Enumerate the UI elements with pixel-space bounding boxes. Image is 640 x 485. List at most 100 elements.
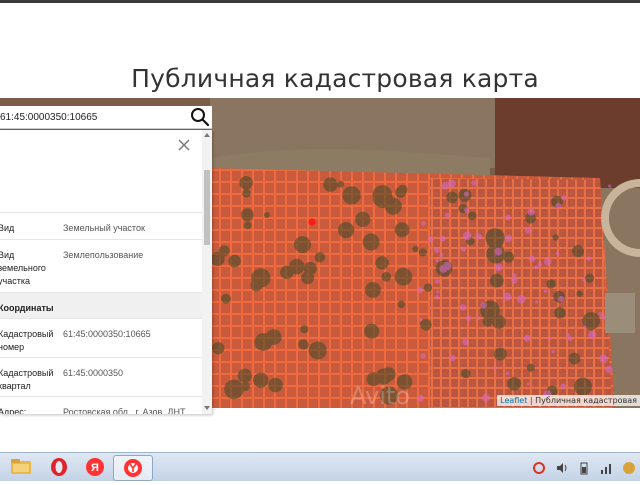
pink-building: [435, 258, 439, 263]
info-label: Кадастровый квартал: [0, 368, 54, 391]
info-value: Земельный участок: [63, 223, 145, 233]
scroll-up-arrow-icon[interactable]: [204, 133, 210, 137]
tree-cluster: [526, 363, 535, 372]
pink-building: [462, 338, 470, 346]
pink-building: [439, 235, 446, 242]
pink-building: [433, 247, 440, 253]
pink-building: [493, 366, 498, 370]
taskbar-app-yandex-browser[interactable]: [113, 455, 153, 481]
pink-building: [608, 184, 612, 188]
pink-building: [560, 383, 567, 390]
tree-cluster: [263, 212, 270, 219]
tree-cluster: [554, 307, 566, 319]
tree-cluster: [375, 256, 389, 270]
taskbar-app-explorer[interactable]: [2, 455, 40, 479]
pink-building: [547, 337, 552, 341]
tree-cluster: [254, 332, 273, 351]
tree-cluster: [372, 185, 393, 205]
pink-building: [464, 207, 470, 213]
pink-building: [427, 236, 434, 243]
pink-building: [434, 278, 441, 285]
scroll-thumb[interactable]: [204, 170, 210, 245]
pink-building: [494, 247, 503, 256]
tree-cluster: [587, 322, 596, 331]
pink-building: [503, 292, 512, 301]
pink-building: [527, 208, 535, 216]
tree-cluster: [571, 245, 585, 258]
pink-building: [537, 262, 543, 267]
selected-parcel-marker: [308, 218, 316, 226]
pink-building: [480, 302, 487, 309]
tree-cluster: [493, 347, 507, 361]
leaflet-link[interactable]: Leaflet: [500, 396, 527, 405]
tree-cluster: [381, 271, 392, 282]
pink-building: [441, 182, 450, 190]
info-row-address: Адрес: Ростовская обл., г. Азов, ДНТ: [0, 396, 202, 414]
avito-watermark: Avito: [350, 382, 410, 408]
battery-icon[interactable]: [577, 461, 591, 475]
pink-building: [543, 257, 552, 266]
speaker-icon[interactable]: [555, 461, 569, 475]
pink-building: [534, 265, 538, 270]
antivirus-icon[interactable]: [532, 461, 546, 475]
scroll-down-arrow-icon[interactable]: [204, 406, 210, 410]
tree-cluster: [314, 252, 326, 263]
attribution-text: | Публичная кадастровая: [527, 396, 637, 405]
pink-building: [588, 330, 597, 340]
tree-cluster: [364, 323, 380, 339]
taskbar: Я: [0, 452, 640, 481]
info-label: Вид: [0, 223, 15, 233]
search-bar: [0, 106, 212, 129]
tree-cluster: [365, 282, 381, 298]
pink-building: [605, 365, 613, 374]
tree-cluster: [418, 248, 427, 257]
tree-cluster: [300, 325, 309, 334]
pink-building: [417, 287, 423, 294]
tree-cluster: [293, 236, 312, 254]
tree-cluster: [212, 342, 225, 355]
pink-building: [481, 394, 490, 402]
language-icon[interactable]: [622, 461, 636, 475]
info-value: Ростовская обл., г. Азов, ДНТ: [63, 407, 186, 414]
pink-building: [442, 261, 452, 271]
tree-cluster: [239, 175, 253, 190]
pink-building: [586, 256, 592, 262]
search-icon[interactable]: [190, 107, 210, 127]
tree-cluster: [268, 377, 283, 393]
pink-building: [566, 333, 571, 338]
network-icon[interactable]: [600, 461, 614, 475]
pink-building: [558, 295, 565, 303]
tree-cluster: [507, 377, 521, 391]
tree-cluster: [342, 186, 361, 205]
pink-building: [528, 255, 536, 263]
tree-cluster: [576, 290, 583, 297]
yandex-browser-icon: [124, 459, 142, 477]
browser-top-edge: [0, 0, 640, 3]
pink-building: [516, 294, 526, 304]
tree-cluster: [303, 261, 317, 276]
taskbar-app-yandex[interactable]: Я: [76, 455, 114, 479]
pink-building: [524, 227, 532, 234]
pink-building: [459, 304, 467, 311]
tree-cluster: [489, 273, 504, 288]
taskbar-app-opera[interactable]: [40, 455, 78, 479]
tree-cluster: [362, 233, 380, 251]
tree-cluster: [584, 273, 595, 283]
opera-icon: [51, 458, 67, 476]
info-row-parcel-kind: Вид земельного участка Землепользование: [0, 239, 202, 292]
pink-building: [462, 231, 472, 241]
pink-building: [556, 251, 560, 255]
pink-building: [526, 382, 530, 386]
pink-building: [511, 277, 518, 284]
tree-cluster: [337, 180, 345, 188]
panel-scrollbar[interactable]: [202, 130, 212, 414]
search-input[interactable]: [0, 106, 180, 128]
tree-cluster: [337, 222, 355, 239]
tree-cluster: [461, 369, 471, 379]
tree-cluster: [221, 293, 231, 304]
pink-building: [439, 253, 444, 257]
close-icon[interactable]: [177, 138, 191, 152]
map-attribution: Leaflet | Публичная кадастровая: [497, 395, 640, 406]
info-row-type: Вид Земельный участок: [0, 212, 202, 239]
tree-cluster: [243, 221, 252, 230]
